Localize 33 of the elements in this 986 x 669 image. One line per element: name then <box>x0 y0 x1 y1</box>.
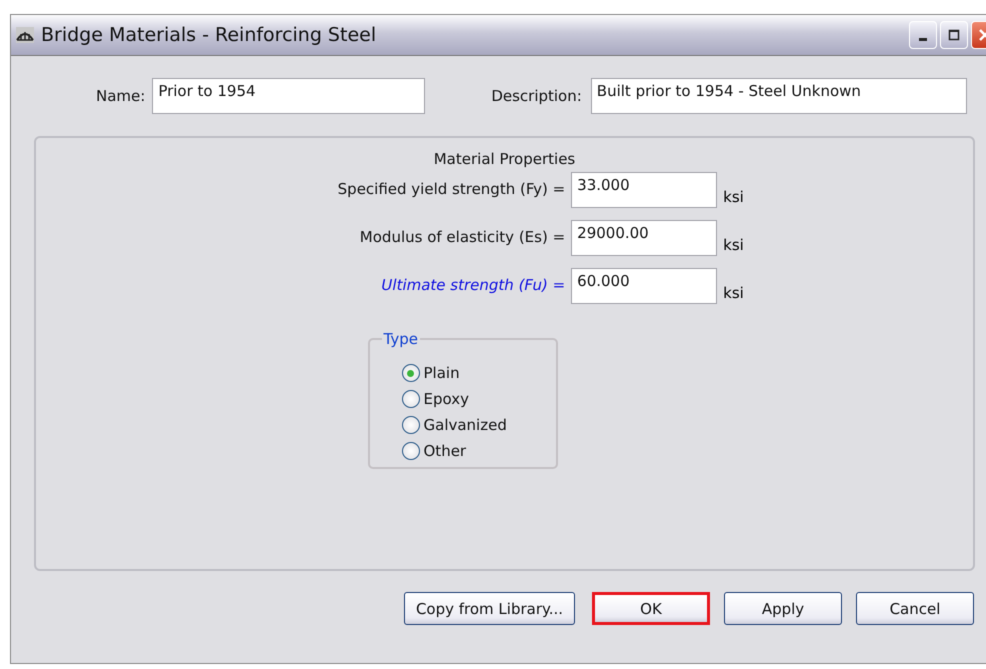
minimize-button[interactable] <box>909 21 937 49</box>
bridge-icon <box>15 26 35 44</box>
dialog-button[interactable]: Copy from Library... <box>404 592 575 625</box>
option-label: Epoxy <box>424 390 469 408</box>
option-label: Plain <box>424 364 460 382</box>
unit-label: ksi <box>723 283 744 302</box>
description-label: Description: <box>491 87 582 105</box>
property-field[interactable]: 29000.00 <box>571 220 718 256</box>
dialog-button[interactable]: Apply <box>724 592 842 625</box>
unit-label: ksi <box>723 187 744 206</box>
maximize-button[interactable] <box>940 21 968 49</box>
window-title: Bridge Materials - Reinforcing Steel <box>41 24 378 46</box>
name-field[interactable]: Prior to 1954 <box>152 78 426 114</box>
type-legend: Type <box>382 330 420 348</box>
property-field[interactable]: 33.000 <box>571 172 718 208</box>
property-field[interactable]: 60.000 <box>571 268 718 304</box>
property-label: Ultimate strength (Fu) = <box>380 275 566 294</box>
radio-button[interactable] <box>402 416 420 434</box>
unit-label: ksi <box>723 235 744 254</box>
dialog-button[interactable]: OK <box>592 592 710 625</box>
name-label: Name: <box>96 87 146 105</box>
radio-button[interactable] <box>402 442 420 460</box>
description-field[interactable]: Built prior to 1954 - Steel Unknown <box>590 78 967 114</box>
option-label: Other <box>424 442 466 460</box>
option-label: Galvanized <box>424 416 507 434</box>
minimize-icon <box>919 38 927 40</box>
property-label: Modulus of elasticity (Es) = <box>358 227 566 246</box>
radio-button[interactable] <box>402 390 420 408</box>
section-title: Material Properties <box>434 150 576 168</box>
property-label: Specified yield strength (Fy) = <box>336 179 566 198</box>
radio-button[interactable] <box>402 364 420 382</box>
maximize-icon <box>948 29 960 41</box>
dialog-button[interactable]: Cancel <box>856 592 974 625</box>
